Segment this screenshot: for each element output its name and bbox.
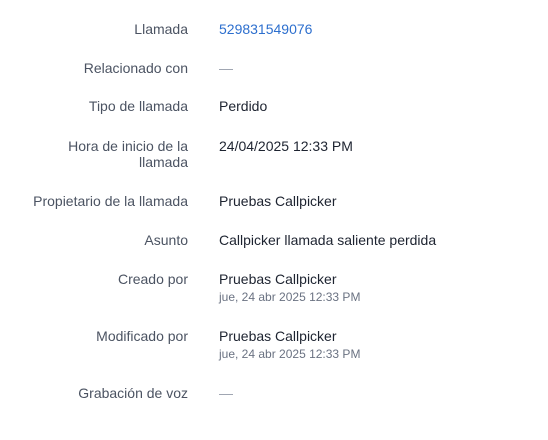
- field-value-modificado: Pruebas Callpicker jue, 24 abr 2025 12:3…: [219, 328, 539, 361]
- field-label-grabacion: Grabación de voz: [78, 385, 188, 401]
- field-label-hora-inicio: Hora de inicio de la llamada: [68, 138, 188, 170]
- field-value-asunto: Callpicker llamada saliente perdida: [219, 232, 437, 248]
- field-label-propietario: Propietario de la llamada: [33, 193, 188, 209]
- field-label-relacionado: Relacionado con: [83, 60, 188, 76]
- field-value-propietario: Pruebas Callpicker: [219, 193, 337, 209]
- field-value-grabacion: —: [219, 385, 233, 401]
- field-value-relacionado: —: [219, 60, 233, 76]
- field-label-creado: Creado por: [117, 271, 188, 287]
- field-value-hora-inicio: 24/04/2025 12:33 PM: [219, 138, 353, 154]
- creado-por-timestamp: jue, 24 abr 2025 12:33 PM: [219, 290, 361, 304]
- field-value-tipo: Perdido: [219, 98, 268, 114]
- field-label-asunto: Asunto: [144, 232, 188, 248]
- field-label-tipo: Tipo de llamada: [88, 98, 188, 114]
- field-label-llamada: Llamada: [134, 21, 188, 37]
- field-value-creado: Pruebas Callpicker jue, 24 abr 2025 12:3…: [219, 271, 539, 304]
- creado-por-name: Pruebas Callpicker: [219, 271, 337, 287]
- field-label-modificado: Modificado por: [96, 328, 188, 344]
- modificado-por-name: Pruebas Callpicker: [219, 328, 337, 344]
- phone-number-link[interactable]: 529831549076: [219, 21, 539, 37]
- modificado-por-timestamp: jue, 24 abr 2025 12:33 PM: [219, 347, 361, 361]
